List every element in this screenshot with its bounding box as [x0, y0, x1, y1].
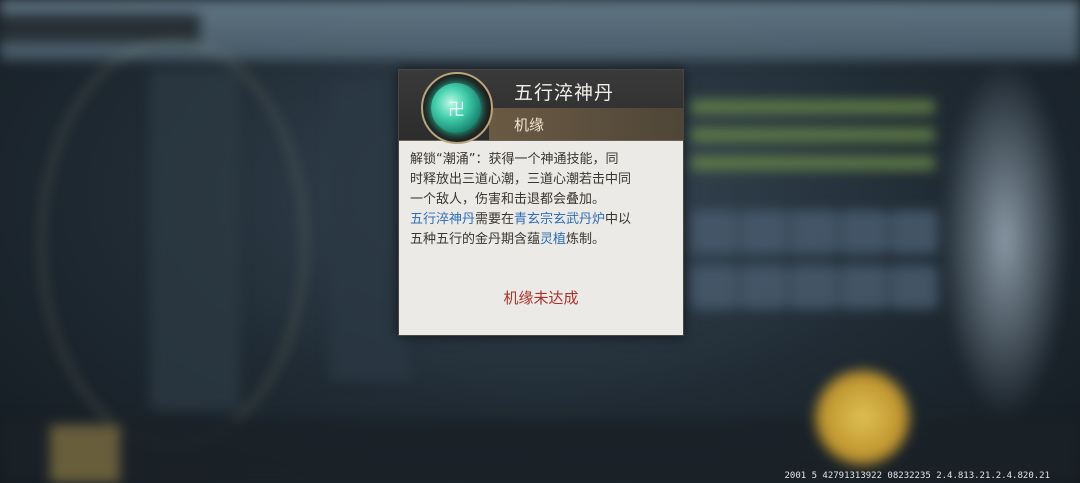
golden-orb: [815, 370, 910, 465]
title-row: 五行淬神丹: [489, 70, 683, 108]
item-slot: [690, 265, 738, 309]
version-info: 2001 5 42791313922 08232235 2.4.813.21.2…: [784, 471, 1050, 481]
item-slot: [840, 265, 888, 309]
background-glow: [940, 60, 1070, 420]
description-text: 五种五行的金丹期含蕴: [410, 232, 541, 247]
description-line: 五种五行的金丹期含蕴灵植炼制。: [410, 230, 675, 250]
progress-bar: [690, 128, 935, 142]
item-slot: [890, 265, 938, 309]
item-category: 机缘: [514, 116, 545, 134]
pill-rune-icon: 卍: [448, 100, 465, 120]
location-link[interactable]: 青玄宗玄武丹炉: [514, 212, 605, 227]
bottom-decoration: [50, 425, 120, 483]
description-line: 五行淬神丹需要在青玄宗玄武丹炉中以: [410, 210, 675, 230]
subtitle-row: 机缘: [489, 108, 683, 140]
item-tooltip-popup[interactable]: 五行淬神丹 机缘 卍 解锁“潮涌”：获得一个神通技能，同 时释放出三道心潮，三道…: [398, 69, 684, 336]
item-slot: [690, 210, 738, 254]
left-panel: [150, 70, 240, 410]
item-slot: [740, 210, 788, 254]
item-name-link[interactable]: 五行淬神丹: [410, 212, 475, 227]
description-line: 一个敌人，伤害和击退都会叠加。: [410, 192, 606, 207]
description-line: 解锁“潮涌”：获得一个神通技能，同: [410, 152, 619, 167]
description-text: 炼制。: [566, 232, 606, 247]
item-description: 解锁“潮涌”：获得一个神通技能，同 时释放出三道心潮，三道心潮若击中同 一个敌人…: [410, 150, 675, 250]
top-bar-left: [0, 14, 200, 42]
item-title: 五行淬神丹: [514, 82, 615, 104]
jade-pill-icon: 卍: [431, 83, 481, 133]
item-slot: [790, 210, 838, 254]
progress-bar: [690, 100, 935, 114]
ingredient-link[interactable]: 灵植: [540, 232, 566, 247]
description-text: 需要在: [475, 212, 515, 227]
popup-header: 五行淬神丹 机缘 卍: [399, 70, 683, 144]
description-line: 时释放出三道心潮，三道心潮若击中同: [410, 172, 632, 187]
description-text: 中以: [605, 212, 632, 227]
status-text: 机缘未达成: [503, 289, 579, 307]
item-slot: [740, 265, 788, 309]
item-slot: [790, 265, 838, 309]
progress-bar: [690, 156, 935, 170]
item-icon-frame: 卍: [421, 72, 493, 144]
item-slot: [840, 210, 888, 254]
item-slot: [890, 210, 938, 254]
